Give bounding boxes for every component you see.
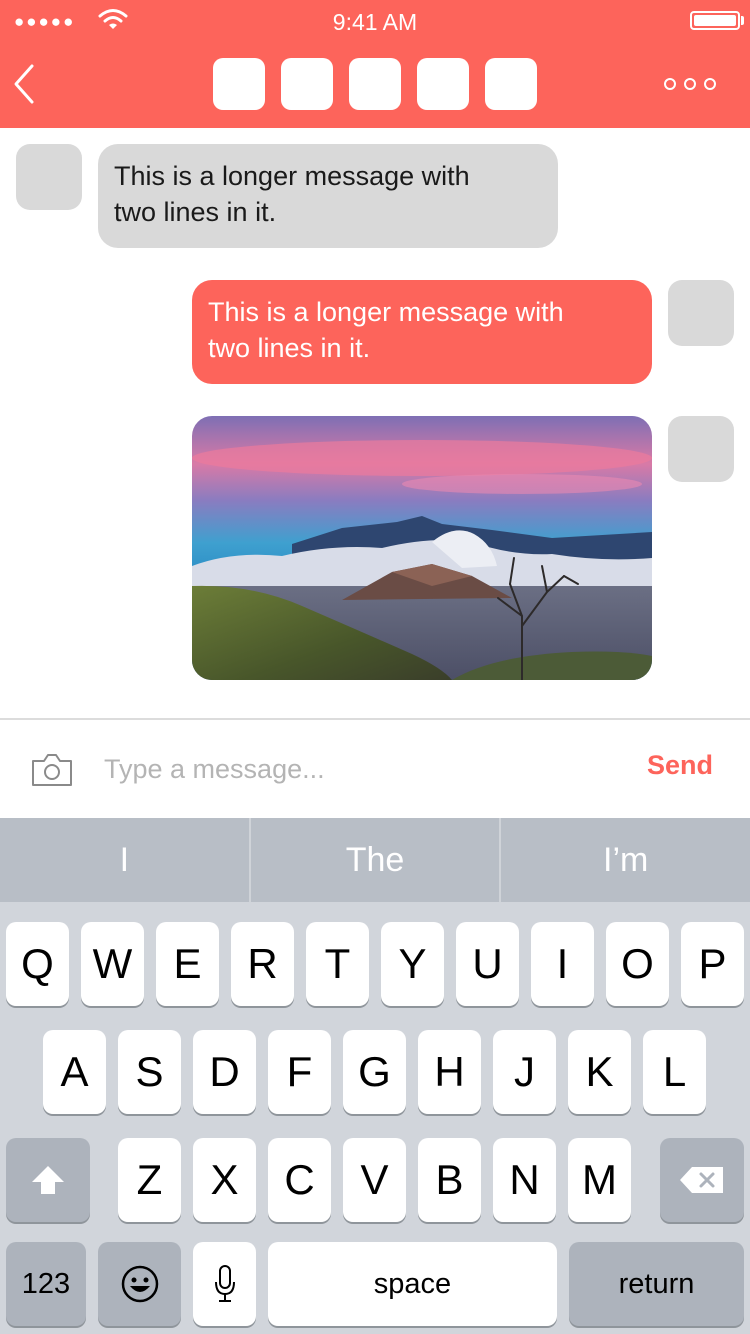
suggestion-item[interactable]: I bbox=[0, 818, 249, 902]
key-c[interactable]: C bbox=[268, 1138, 331, 1222]
keyboard: I The I’m Q W E R T Y U I O P A S D F G … bbox=[0, 818, 750, 1334]
key-q[interactable]: Q bbox=[6, 922, 69, 1006]
key-o[interactable]: O bbox=[606, 922, 669, 1006]
user-avatar[interactable] bbox=[668, 416, 734, 482]
more-dot bbox=[704, 78, 716, 90]
key-b[interactable]: B bbox=[418, 1138, 481, 1222]
received-message: This is a longer message with two lines … bbox=[98, 144, 558, 248]
header-tab-2[interactable] bbox=[281, 58, 333, 110]
delete-key[interactable] bbox=[660, 1138, 744, 1222]
backspace-icon bbox=[680, 1167, 723, 1193]
header-tab-1[interactable] bbox=[213, 58, 265, 110]
message-line: two lines in it. bbox=[208, 333, 371, 363]
battery-nub bbox=[741, 16, 744, 25]
key-i[interactable]: I bbox=[531, 922, 594, 1006]
suggestion-item[interactable]: The bbox=[251, 818, 500, 902]
key-y[interactable]: Y bbox=[381, 922, 444, 1006]
camera-icon[interactable] bbox=[30, 752, 74, 788]
key-u[interactable]: U bbox=[456, 922, 519, 1006]
message-composer: Send bbox=[0, 718, 750, 818]
back-button[interactable] bbox=[10, 62, 44, 106]
more-dot bbox=[664, 78, 676, 90]
key-k[interactable]: K bbox=[568, 1030, 631, 1114]
shift-icon bbox=[32, 1166, 64, 1194]
message-input[interactable] bbox=[104, 746, 624, 792]
chat-header: ●●●●● 9:41 AM bbox=[0, 0, 750, 128]
suggestion-item[interactable]: I’m bbox=[501, 818, 750, 902]
header-tab-5[interactable] bbox=[485, 58, 537, 110]
key-d[interactable]: D bbox=[193, 1030, 256, 1114]
status-time: 9:41 AM bbox=[332, 9, 418, 35]
header-tab-3[interactable] bbox=[349, 58, 401, 110]
suggestion-bar: I The I’m bbox=[0, 818, 750, 902]
space-key[interactable]: space bbox=[268, 1242, 557, 1326]
shift-key[interactable] bbox=[6, 1138, 90, 1222]
emoji-icon bbox=[121, 1265, 158, 1303]
return-key[interactable]: return bbox=[569, 1242, 744, 1326]
key-j[interactable]: J bbox=[493, 1030, 556, 1114]
key-w[interactable]: W bbox=[81, 922, 144, 1006]
sender-avatar[interactable] bbox=[16, 144, 82, 210]
key-h[interactable]: H bbox=[418, 1030, 481, 1114]
header-tab-4[interactable] bbox=[417, 58, 469, 110]
battery-icon bbox=[690, 11, 740, 30]
key-l[interactable]: L bbox=[643, 1030, 706, 1114]
key-a[interactable]: A bbox=[43, 1030, 106, 1114]
key-f[interactable]: F bbox=[268, 1030, 331, 1114]
message-line: This is a longer message with bbox=[208, 297, 564, 327]
microphone-icon bbox=[214, 1265, 235, 1302]
sent-message: This is a longer message with two lines … bbox=[192, 280, 652, 384]
key-p[interactable]: P bbox=[681, 922, 744, 1006]
user-avatar[interactable] bbox=[668, 280, 734, 346]
key-m[interactable]: M bbox=[568, 1138, 631, 1222]
more-options-button[interactable] bbox=[664, 72, 716, 96]
message-line: This is a longer message with bbox=[114, 161, 470, 191]
volcano-photo bbox=[192, 416, 652, 680]
key-g[interactable]: G bbox=[343, 1030, 406, 1114]
emoji-key[interactable] bbox=[98, 1242, 181, 1326]
more-dot bbox=[684, 78, 696, 90]
key-s[interactable]: S bbox=[118, 1030, 181, 1114]
key-z[interactable]: Z bbox=[118, 1138, 181, 1222]
key-t[interactable]: T bbox=[306, 922, 369, 1006]
message-line: two lines in it. bbox=[114, 197, 277, 227]
key-v[interactable]: V bbox=[343, 1138, 406, 1222]
numbers-key[interactable]: 123 bbox=[6, 1242, 86, 1326]
header-tabs bbox=[213, 58, 537, 110]
send-button[interactable]: Send bbox=[630, 750, 730, 781]
key-e[interactable]: E bbox=[156, 922, 219, 1006]
image-message[interactable] bbox=[192, 416, 652, 680]
key-r[interactable]: R bbox=[231, 922, 294, 1006]
key-n[interactable]: N bbox=[493, 1138, 556, 1222]
dictation-key[interactable] bbox=[193, 1242, 256, 1326]
key-x[interactable]: X bbox=[193, 1138, 256, 1222]
